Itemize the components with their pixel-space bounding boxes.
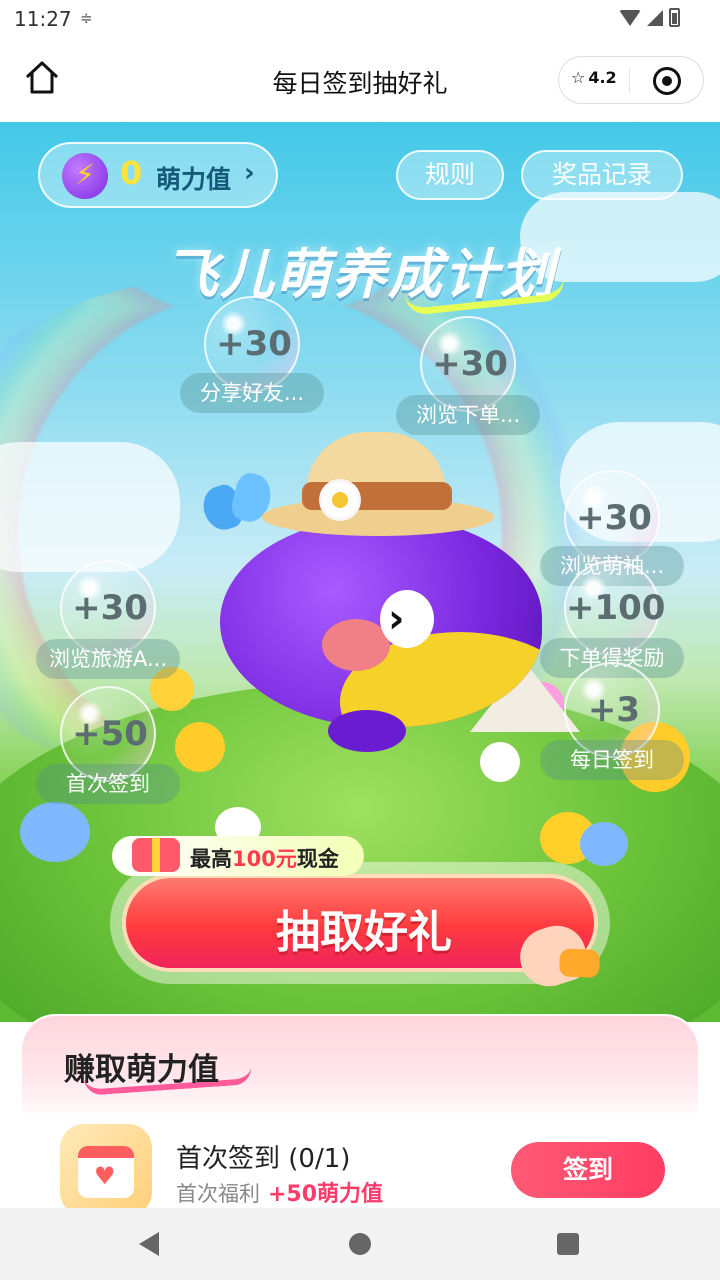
status-time: 11:27 [14, 7, 72, 31]
bubble-value: +30 [432, 344, 508, 384]
daisy-icon [322, 482, 358, 518]
task-reward: +50萌力值 [268, 1182, 384, 1207]
promo-prefix: 最高 [190, 847, 232, 871]
lightning-icon: ⚡ [62, 153, 108, 199]
cloud [0, 442, 180, 572]
bubble-label: 浏览旅游A... [36, 639, 180, 679]
bubble-value: +3 [587, 690, 641, 730]
gift-icon [132, 838, 180, 872]
status-bar: 11:27 ≑ [0, 0, 720, 38]
task-name: 首次签到 (0/1) [176, 1144, 351, 1174]
flower-decoration [480, 742, 520, 782]
coin-value: 0 [120, 154, 143, 192]
sliders-icon: ≑ [80, 9, 93, 27]
flower-decoration [20, 802, 90, 862]
task-subtitle: 首次福利 [176, 1182, 260, 1206]
hero-title: 飞儿萌养成计划 [164, 243, 556, 306]
promo-amount: 100元 [232, 847, 297, 871]
calendar-icon [60, 1124, 152, 1216]
navigation-bar [0, 1208, 720, 1280]
title-bar: 每日签到抽好礼 ☆ 4.2 [0, 38, 720, 122]
rating-value: 4.2 [588, 68, 617, 87]
bubble-label: 每日签到 [540, 740, 684, 780]
mini-program-capsule: ☆ 4.2 [558, 56, 704, 104]
signal-icon [647, 9, 663, 26]
home-circle-icon[interactable] [349, 1233, 371, 1255]
mascot-beak [322, 619, 390, 671]
bubble-value: +30 [72, 588, 148, 628]
hero-banner: ⚡ 0 萌力值 › 规则 奖品记录 飞儿萌养成计划 › +30 分享好友... … [0, 122, 720, 1022]
earn-section-title: 赚取萌力值 [64, 1052, 219, 1088]
checkin-button[interactable]: 签到 [511, 1142, 665, 1198]
close-target-icon[interactable] [653, 67, 681, 95]
capsule-divider [629, 69, 630, 93]
bubble-label: 首次签到 [36, 764, 180, 804]
mascot-foot [328, 710, 406, 752]
mascot-eye: › [380, 590, 434, 648]
star-icon: ☆ [571, 68, 586, 87]
cash-promo-badge: 最高100元现金 [112, 836, 364, 876]
recent-apps-icon[interactable] [557, 1233, 579, 1255]
promo-suffix: 现金 [296, 847, 339, 871]
bubble-label: 分享好友... [180, 373, 324, 413]
rating-button[interactable]: ☆ 4.2 [571, 68, 617, 87]
bubble-value: +50 [72, 714, 148, 754]
bubble-value: +30 [576, 498, 652, 538]
coin-balance-button[interactable]: ⚡ 0 萌力值 › [38, 142, 278, 208]
flower-decoration [175, 722, 225, 772]
rules-button[interactable]: 规则 [396, 150, 504, 200]
bubble-value: +100 [566, 588, 666, 628]
prize-records-button[interactable]: 奖品记录 [521, 150, 683, 200]
back-icon[interactable] [139, 1232, 159, 1256]
flower-decoration [580, 822, 628, 866]
mascot-hat [262, 432, 502, 536]
bubble-label: 浏览下单... [396, 395, 540, 435]
bubble-value: +30 [216, 324, 292, 364]
coin-label: 萌力值 [156, 165, 232, 194]
chevron-right-icon: › [244, 158, 255, 188]
status-icons [619, 8, 680, 27]
wifi-icon [619, 9, 641, 26]
battery-icon [669, 8, 680, 27]
